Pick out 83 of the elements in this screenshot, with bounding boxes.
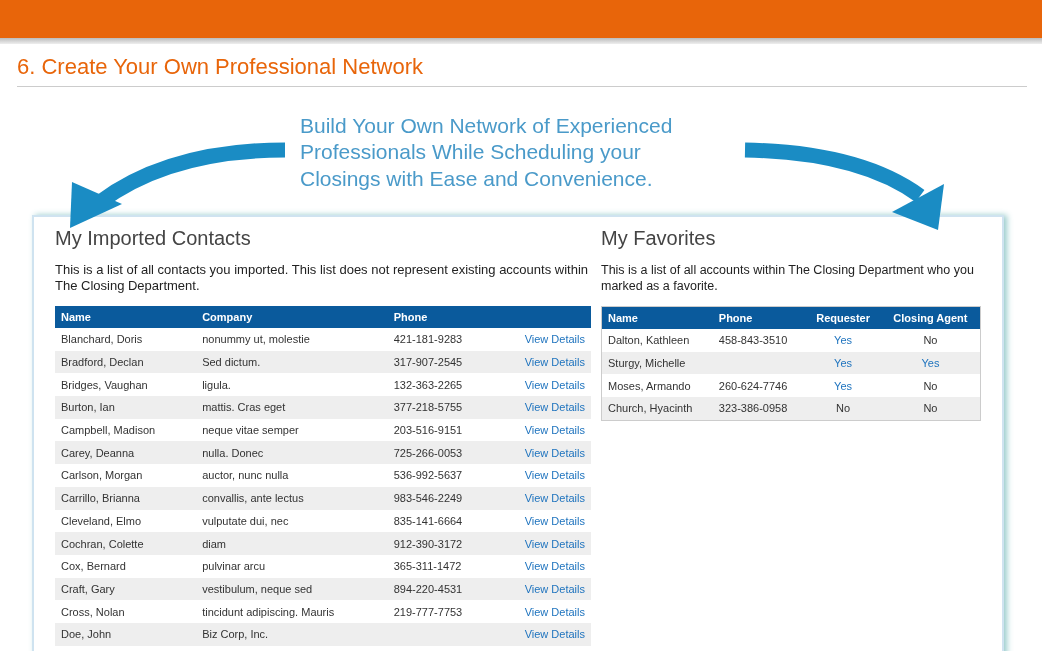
description-text: This is a list of all accounts within The Closing Department who you marked as a favorite. [601, 262, 975, 294]
table-cell: ligula. [196, 373, 388, 397]
column-header: Closing Agent [880, 306, 981, 329]
cell-text: No [836, 402, 851, 415]
cell-text: No [923, 334, 938, 347]
table-cell: Craft, Gary [55, 577, 197, 601]
table-cell: 894-220-4531 [387, 577, 495, 601]
yes-link[interactable]: Yes [834, 379, 853, 392]
table-cell: Bradford, Declan [55, 350, 197, 374]
table-cell: 835-141-6664 [387, 509, 495, 533]
table-cell: 203-516-9151 [387, 418, 495, 442]
table-cell: Biz Corp, Inc. [196, 622, 388, 646]
table-cell: vestibulum, neque sed [196, 577, 388, 601]
view-details-link[interactable]: View Details [524, 605, 585, 618]
view-details-link[interactable]: View Details [524, 514, 585, 527]
description-text: This is a list of all contacts you imported. This list does not represent existing accounts within The Closing Department. [55, 262, 589, 294]
table-cell: neque vitae semper [196, 418, 388, 442]
cell-text: No [923, 379, 938, 392]
table-cell: Cross, Nolan [55, 600, 197, 623]
table-cell: 317-907-2545 [387, 350, 495, 374]
table-cell: auctor, nunc nulla [196, 464, 388, 487]
view-details-link[interactable]: View Details [524, 537, 585, 550]
table-cell: 725-266-0053 [387, 441, 495, 465]
column-header: Phone [712, 306, 806, 329]
table-cell: Burton, Ian [55, 396, 197, 419]
view-details-link[interactable]: View Details [524, 446, 585, 459]
table-cell: Moses, Armando [601, 374, 713, 398]
table-cell: Doe, John [55, 622, 197, 646]
view-details-link[interactable]: View Details [524, 378, 585, 391]
section-title: 6. Create Your Own Professional Network [17, 54, 423, 80]
table-cell: mattis. Cras eget [196, 396, 388, 419]
table-cell: convallis, ante lectus [196, 486, 388, 510]
yes-link[interactable]: Yes [834, 357, 853, 370]
column-header: Name [601, 306, 713, 329]
column-header: Name [55, 306, 197, 328]
table-cell: 377-218-5755 [387, 396, 495, 419]
column-header: Company [196, 306, 388, 328]
view-details-link[interactable]: View Details [524, 356, 585, 369]
table-cell: 458-843-3510 [712, 329, 806, 352]
table-cell: Sed dictum. [196, 350, 388, 374]
table-cell: 219-777-7753 [387, 600, 495, 623]
view-details-link[interactable]: View Details [524, 469, 585, 482]
table-cell: Cox, Bernard [55, 554, 197, 578]
cell-text: No [923, 402, 938, 415]
view-details-link[interactable]: View Details [524, 492, 585, 505]
yes-link[interactable]: Yes [834, 334, 853, 347]
section-heading: My Imported Contacts [55, 227, 251, 250]
table-cell: Cleveland, Elmo [55, 509, 197, 533]
table-cell: Campbell, Madison [55, 418, 197, 442]
table-cell: 365-311-1472 [387, 554, 495, 578]
view-details-link[interactable]: View Details [524, 333, 585, 346]
table-cell: vulputate dui, nec [196, 509, 388, 533]
table-cell: 536-992-5637 [387, 464, 495, 487]
view-details-link[interactable]: View Details [524, 628, 585, 641]
view-details-link[interactable]: View Details [524, 424, 585, 437]
view-details-link[interactable]: View Details [524, 560, 585, 573]
table-cell: 912-390-3172 [387, 532, 495, 555]
table-cell: Dalton, Kathleen [601, 329, 713, 352]
table-cell: 421-181-9283 [387, 328, 495, 351]
table-cell: Carrillo, Brianna [55, 486, 197, 510]
table-cell: 323-386-0958 [712, 397, 806, 421]
table-cell: Church, Hyacinth [601, 397, 713, 421]
view-details-link[interactable]: View Details [524, 401, 585, 414]
table-cell: 260-624-7746 [712, 374, 806, 398]
column-header: Phone [387, 306, 495, 328]
view-details-link[interactable]: View Details [524, 582, 585, 595]
table-cell: pulvinar arcu [196, 554, 388, 578]
table-cell: Carey, Deanna [55, 441, 197, 465]
table-cell: Bridges, Vaughan [55, 373, 197, 397]
section-heading: My Favorites [601, 227, 716, 250]
table-cell: tincidunt adipiscing. Mauris [196, 600, 388, 623]
table-cell: 983-546-2249 [387, 486, 495, 510]
yes-link[interactable]: Yes [921, 357, 940, 370]
table-cell: Carlson, Morgan [55, 464, 197, 487]
table-cell: Sturgy, Michelle [601, 351, 713, 375]
table-cell: nonummy ut, molestie [196, 328, 388, 351]
table-cell: nulla. Donec [196, 441, 388, 465]
table-cell: Blanchard, Doris [55, 328, 197, 351]
callout-text: Build Your Own Network of Experienced Professionals While Scheduling your Closings with Ease and Convenience. [300, 113, 674, 192]
table-cell: 132-363-2265 [387, 373, 495, 397]
table-cell: diam [196, 532, 388, 555]
table-cell: Cochran, Colette [55, 532, 197, 555]
column-header: Requester [805, 306, 881, 329]
